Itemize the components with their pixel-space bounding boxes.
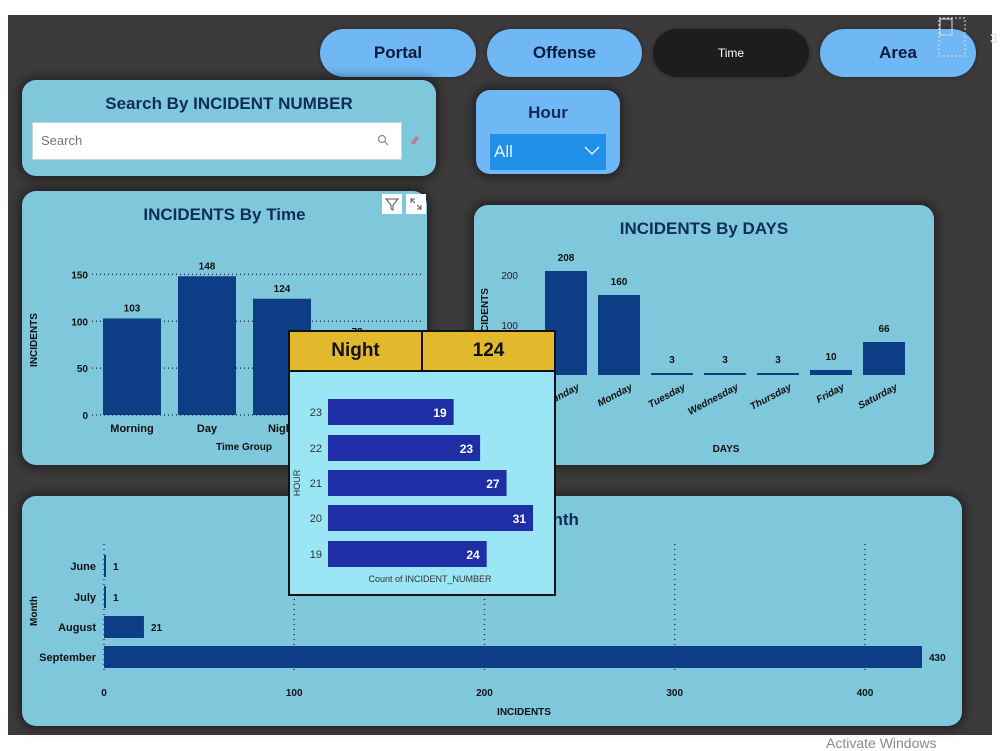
x-axis-label: INCIDENTS — [497, 707, 551, 718]
focus-mode-icon[interactable] — [938, 17, 966, 57]
data-label: 3 — [669, 355, 675, 366]
x-tick-label: Monday — [596, 382, 635, 410]
search-panel-title: Search By INCIDENT NUMBER — [105, 94, 353, 113]
data-label: 1 — [113, 562, 119, 573]
x-tick-label: 100 — [286, 688, 303, 699]
search-box — [32, 122, 402, 160]
y-tick-label: 0 — [82, 411, 88, 422]
data-label: 24 — [466, 548, 480, 562]
bar — [328, 470, 507, 496]
tooltip-popup: Night 124 19 23 23 22 27 21 31 20 24 19 HOUR Count … — [288, 330, 556, 596]
x-tick-label: Wednesday — [686, 382, 740, 418]
chevron-down-icon — [584, 146, 600, 155]
search-input[interactable] — [33, 123, 379, 157]
data-label: 3 — [722, 355, 728, 366]
hour-dropdown[interactable]: All — [490, 134, 606, 170]
search-icon[interactable] — [377, 134, 389, 146]
bar — [704, 373, 746, 375]
x-tick-label: Thursday — [748, 382, 793, 413]
x-axis-label: DAYS — [713, 444, 740, 455]
data-label: 103 — [124, 303, 141, 314]
y-tick-label: 200 — [501, 271, 518, 282]
bar — [104, 586, 106, 608]
bar — [178, 276, 236, 415]
data-label: 1 — [113, 593, 119, 604]
x-tick-label: 200 — [476, 688, 493, 699]
bar — [328, 541, 487, 567]
y-tick-label: 50 — [77, 364, 89, 375]
bar — [104, 646, 922, 668]
data-label: 66 — [878, 324, 890, 335]
hour-filter-title: Hour — [528, 103, 568, 122]
bar — [598, 295, 640, 375]
data-label: 208 — [558, 253, 575, 264]
top-margin — [0, 0, 1000, 15]
x-tick-label: 300 — [666, 688, 683, 699]
x-tick-label: Friday — [815, 382, 847, 406]
x-tick-label: Day — [197, 423, 218, 435]
y-tick-label: September — [39, 652, 97, 664]
y-tick-label: 100 — [71, 317, 88, 328]
activate-windows-watermark: Activate Windows — [826, 735, 937, 751]
y-tick-label: 21 — [310, 478, 322, 490]
tooltip-category: Night — [331, 340, 380, 361]
nav-portal-button[interactable]: Portal — [320, 29, 476, 77]
bar — [328, 435, 481, 461]
y-axis-label: HOUR — [292, 469, 302, 496]
data-label: 3 — [775, 355, 781, 366]
x-tick-label: 0 — [101, 688, 107, 699]
y-axis-label: Month — [29, 596, 40, 626]
bar — [328, 505, 533, 531]
y-axis-label: INCIDENTS — [29, 313, 40, 367]
data-label: 31 — [513, 512, 527, 526]
data-label: 10 — [825, 352, 837, 363]
y-tick-label: 150 — [71, 270, 88, 281]
bar — [757, 373, 799, 375]
tooltip-value: 124 — [421, 332, 554, 370]
x-tick-label: Saturday — [856, 382, 899, 412]
y-tick-label: 20 — [310, 513, 322, 525]
data-label: 160 — [611, 277, 628, 288]
x-tick-label: Morning — [110, 423, 153, 435]
y-tick-label: 23 — [310, 407, 322, 419]
tooltip-hour-chart: 19 23 23 22 27 21 31 20 24 19 HOUR Count of INCIDEN… — [292, 399, 533, 584]
data-label: 148 — [199, 261, 216, 272]
data-label: 19 — [433, 406, 447, 420]
data-label: 23 — [460, 442, 474, 456]
nav-offense-button[interactable]: Offense — [487, 29, 642, 77]
bar — [104, 616, 144, 638]
tooltip-header: Night 124 — [290, 332, 554, 372]
bar — [651, 373, 693, 375]
bar — [863, 342, 905, 375]
y-tick-label: 22 — [310, 443, 322, 455]
page-number: 3 — [990, 30, 998, 46]
bar — [810, 370, 852, 375]
nav-time-button[interactable]: Time — [653, 29, 809, 77]
bar — [103, 318, 161, 415]
data-label: 430 — [929, 653, 946, 664]
y-tick-label: 19 — [310, 549, 322, 561]
x-tick-label: 400 — [857, 688, 874, 699]
y-tick-label: June — [70, 561, 96, 573]
hour-dropdown-value: All — [494, 142, 513, 161]
eraser-icon[interactable] — [408, 134, 420, 146]
data-label: 21 — [151, 623, 163, 634]
data-label: 27 — [486, 477, 500, 491]
bar — [104, 555, 106, 577]
data-label: 124 — [274, 284, 291, 295]
x-axis-label: Count of INCIDENT_NUMBER — [368, 574, 492, 584]
y-tick-label: July — [74, 592, 97, 604]
y-tick-label: August — [58, 622, 96, 634]
x-axis-label: Time Group — [216, 442, 272, 453]
x-tick-label: Tuesday — [647, 382, 688, 411]
